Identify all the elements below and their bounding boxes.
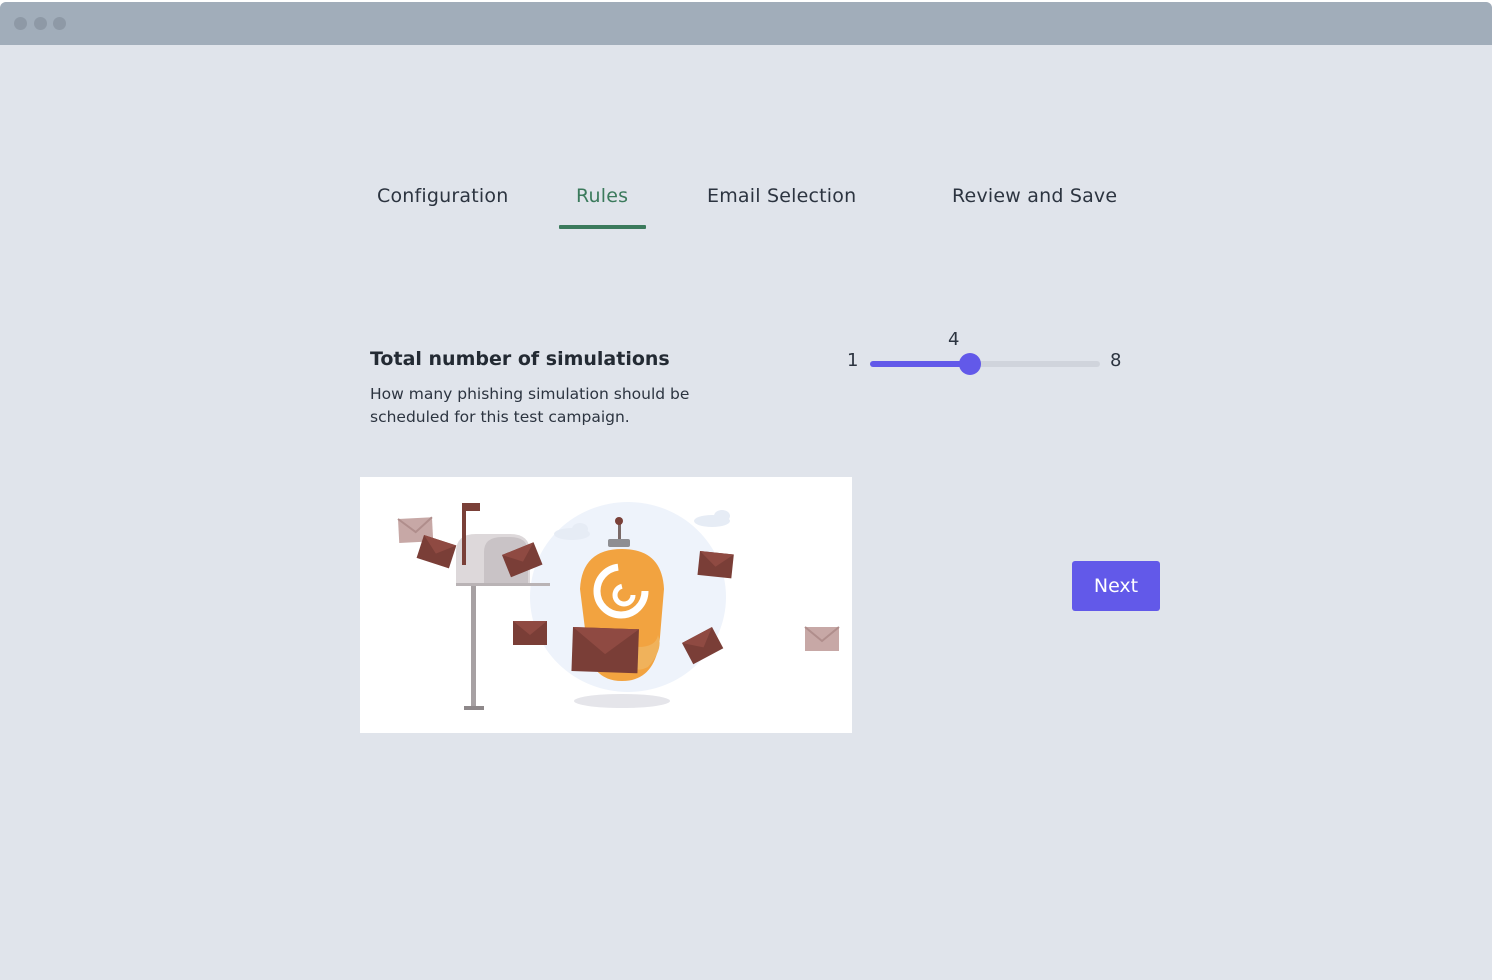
simulations-description: How many phishing simulation should be s… [370, 385, 690, 426]
window-titlebar [0, 2, 1492, 45]
tab-rules[interactable]: Rules [576, 185, 628, 207]
simulations-slider[interactable] [870, 353, 1100, 375]
illustration-svg [397, 502, 840, 710]
browser-window: Configuration Rules Email Selection Revi… [0, 2, 1492, 980]
window-maximize-dot[interactable] [53, 17, 66, 30]
tab-configuration[interactable]: Configuration [377, 185, 508, 207]
envelope-icon [804, 626, 840, 651]
simulations-title: Total number of simulations [370, 348, 670, 370]
cloud-icon [694, 510, 730, 527]
window-minimize-dot[interactable] [34, 17, 47, 30]
next-button[interactable]: Next [1072, 561, 1160, 611]
slider-min-label: 1 [847, 350, 859, 371]
envelope-icon [571, 627, 639, 674]
slider-value-label: 4 [948, 329, 960, 350]
envelope-icon [416, 535, 457, 569]
mailbox-illustration [360, 477, 852, 733]
slider-max-label: 8 [1110, 350, 1122, 371]
slider-fill [870, 361, 970, 367]
envelope-icon [513, 621, 547, 645]
window-close-dot[interactable] [14, 17, 27, 30]
active-tab-indicator [559, 225, 646, 229]
slider-thumb[interactable] [959, 353, 981, 375]
envelope-icon [697, 551, 734, 579]
tab-email-selection[interactable]: Email Selection [707, 185, 856, 207]
tab-review-and-save[interactable]: Review and Save [952, 185, 1117, 207]
